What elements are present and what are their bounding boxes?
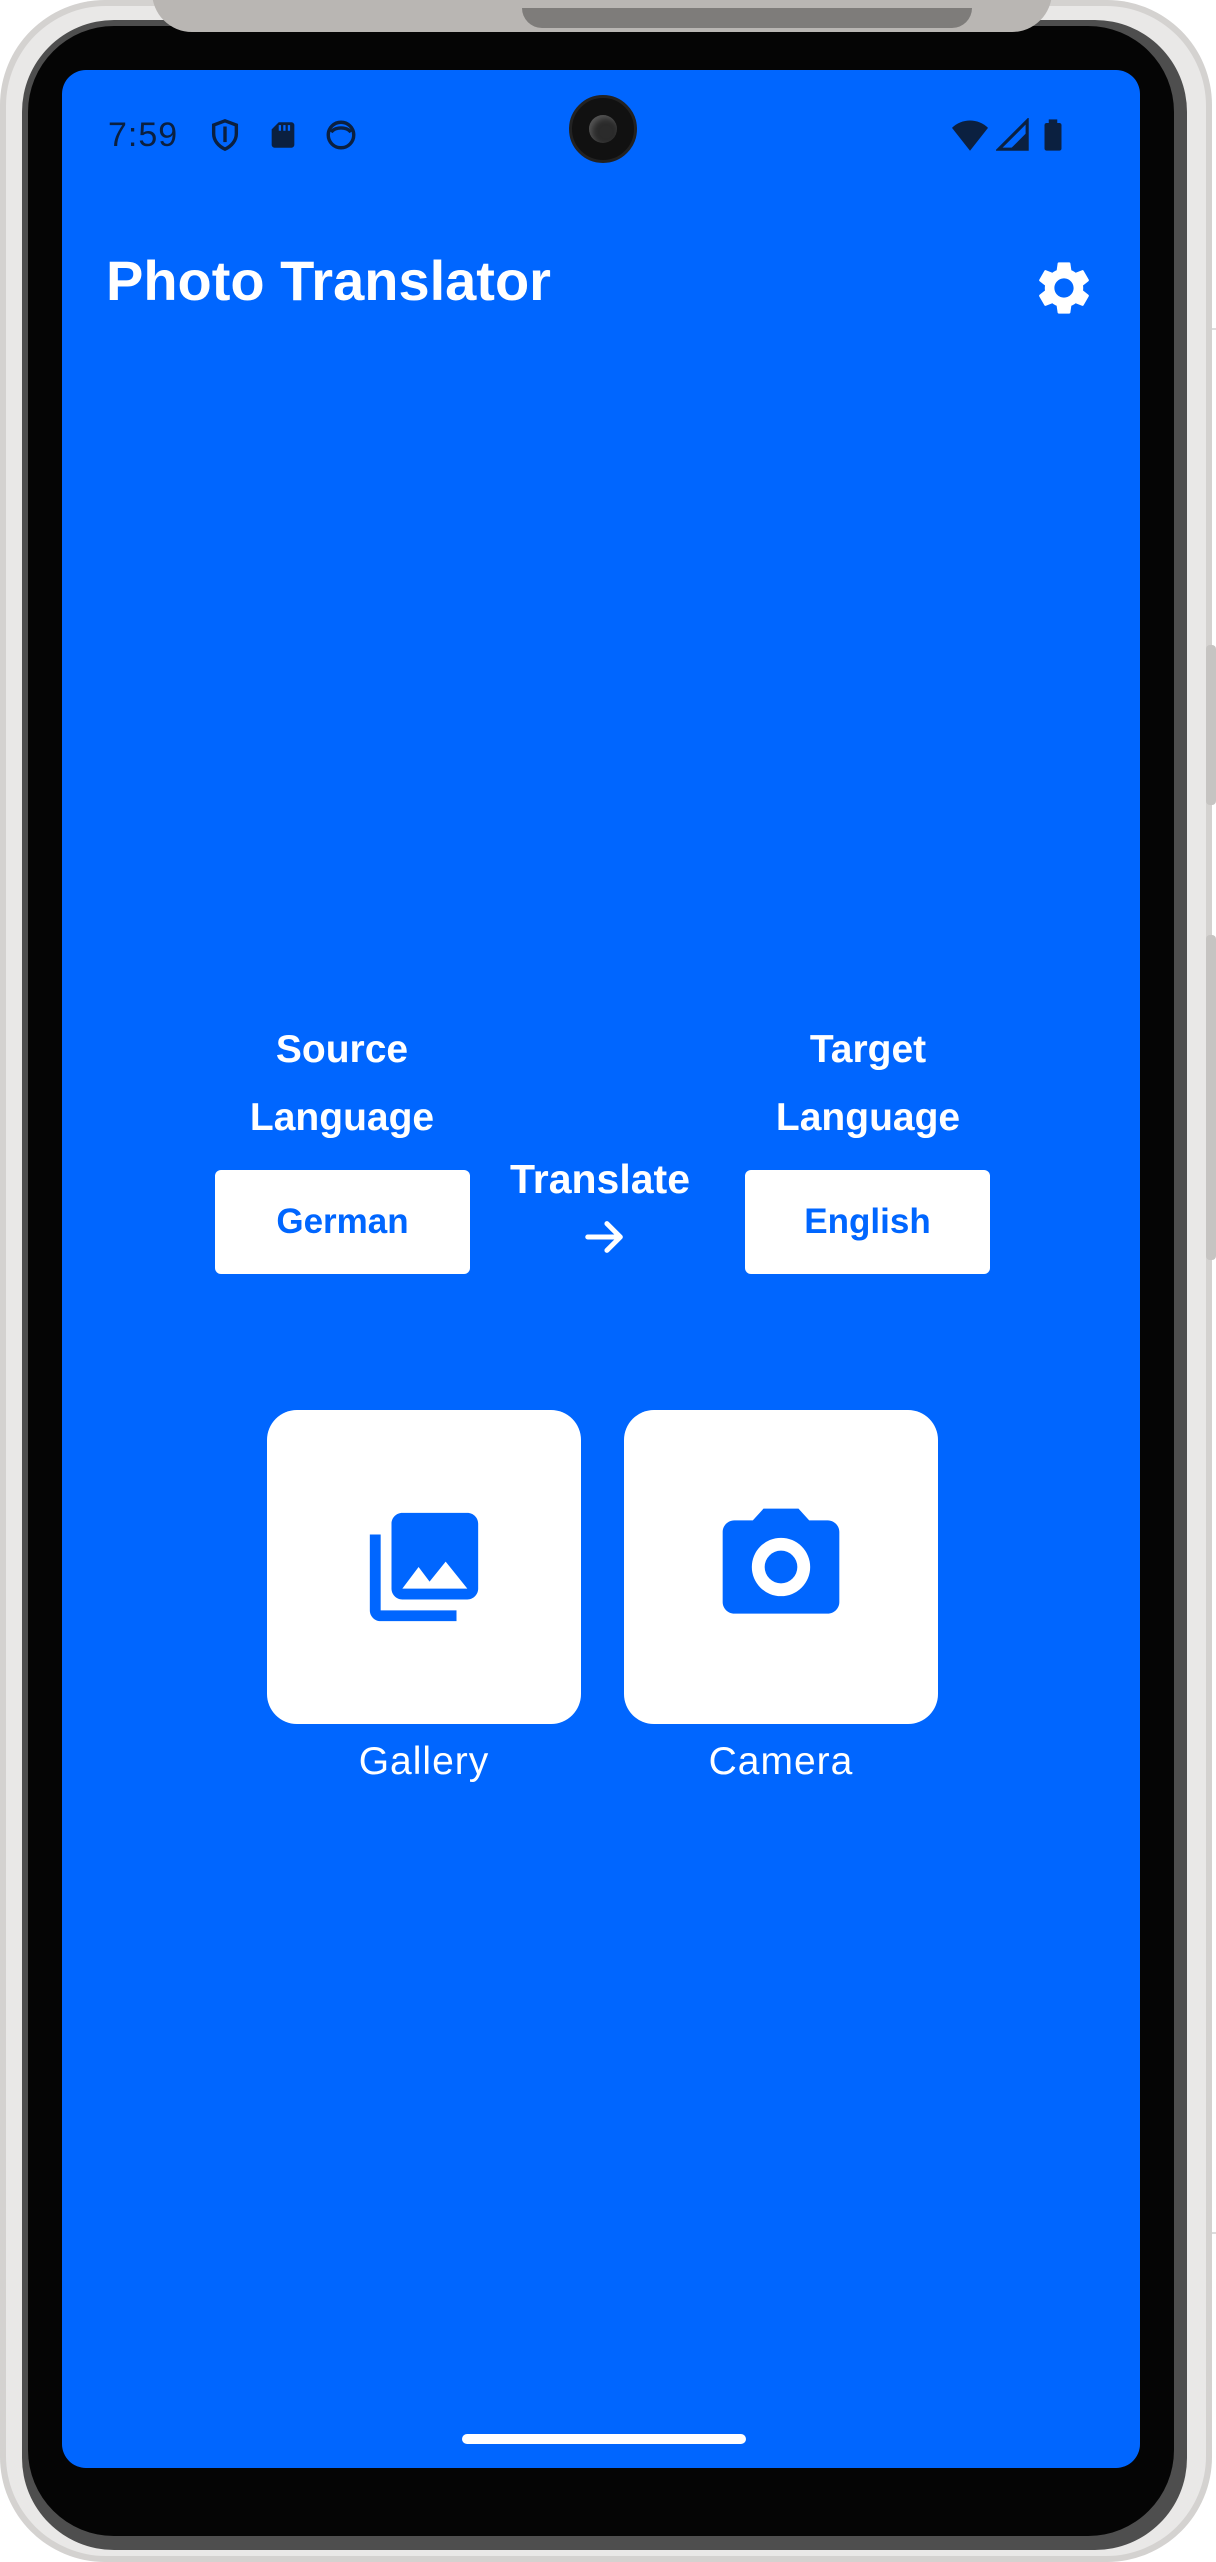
target-language-button[interactable]: English (745, 1170, 990, 1274)
source-language-label: Source Language (212, 1016, 472, 1152)
volume-button (1206, 645, 1216, 805)
source-label-line1: Source (275, 1028, 409, 1071)
target-label-line2: Language (775, 1096, 961, 1139)
power-button (1206, 935, 1216, 1260)
source-label-line2: Language (249, 1096, 435, 1139)
status-time: 7:59 (108, 116, 179, 154)
battery-icon (1044, 119, 1062, 151)
shield-icon (211, 119, 239, 152)
camera-button[interactable] (624, 1410, 938, 1724)
arrow-right-icon (585, 1221, 623, 1253)
face-icon (326, 120, 356, 150)
wifi-icon (952, 120, 988, 151)
device-top-slot (522, 8, 972, 28)
gallery-label: Gallery (358, 1740, 490, 1783)
translate-label: Translate (509, 1156, 691, 1202)
photo-library-icon (369, 1512, 479, 1622)
settings-gear-icon[interactable] (1032, 256, 1096, 320)
camera-label: Camera (708, 1740, 854, 1783)
signal-icon (996, 118, 1029, 151)
app-screen: 7:59 Photo Translator Source Language Tr… (62, 70, 1140, 2468)
camera-icon (722, 1508, 840, 1614)
front-camera (569, 95, 637, 163)
home-indicator[interactable] (462, 2434, 746, 2444)
target-language-label: Target Language (738, 1016, 998, 1152)
app-title: Photo Translator (106, 249, 551, 312)
sd-card-icon (271, 122, 295, 148)
gallery-button[interactable] (267, 1410, 581, 1724)
device-top-edge (152, 0, 1052, 32)
source-language-button[interactable]: German (215, 1170, 470, 1274)
target-label-line1: Target (809, 1028, 927, 1071)
device-stage: 7:59 Photo Translator Source Language Tr… (0, 0, 1216, 2562)
